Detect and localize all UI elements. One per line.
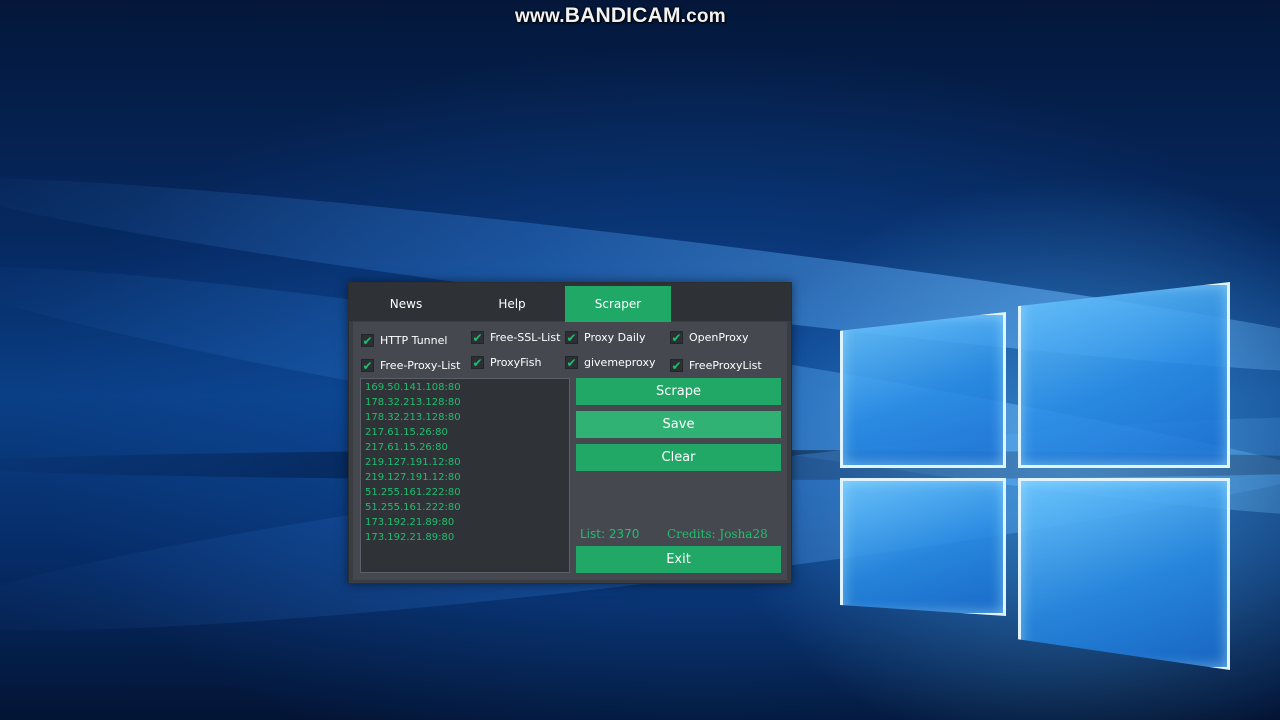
source-checkbox-proxy-daily[interactable]: ✔ Proxy Daily [565,328,645,346]
source-checkbox-free-ssl-list[interactable]: ✔ Free-SSL-List [471,328,560,346]
tab-help[interactable]: Help [459,286,565,322]
tab-bar: News Help Scraper [349,283,791,322]
checkmark-icon: ✔ [361,358,374,373]
windows-logo-pane [1018,478,1230,670]
proxy-entry: 217.61.15.26:80 [365,427,448,438]
source-checkbox-givemeproxy[interactable]: ✔ givemeproxy [565,353,655,371]
proxy-entry: 169.50.141.108:80 [365,382,461,393]
clear-button[interactable]: Clear [576,444,781,471]
checkmark-icon: ✔ [471,330,484,345]
source-checkbox-openproxy[interactable]: ✔ OpenProxy [670,328,749,346]
source-checkbox-freeproxylist[interactable]: ✔ FreeProxyList [670,356,762,374]
source-label: FreeProxyList [689,358,762,372]
watermark-suffix: .com [680,6,726,27]
proxy-entry: 51.255.161.222:80 [365,502,461,513]
proxy-scraper-window: News Help Scraper ✔ HTTP Tunnel ✔ Free-S… [348,282,792,584]
checkmark-icon: ✔ [565,355,578,370]
source-label: Free-SSL-List [490,330,561,344]
save-button[interactable]: Save [576,411,781,438]
source-checkbox-free-proxy-list[interactable]: ✔ Free-Proxy-List [361,356,460,374]
proxy-entry: 178.32.213.128:80 [365,397,461,408]
windows-logo-pane [840,312,1006,468]
source-label: HTTP Tunnel [380,333,448,347]
windows-logo-pane [1018,282,1230,468]
source-label: ProxyFish [490,355,542,369]
proxy-entry: 178.32.213.128:80 [365,412,461,423]
proxy-list-textarea[interactable]: 169.50.141.108:80 178.32.213.128:80 178.… [360,378,570,573]
proxy-entry: 173.192.21.89:80 [365,532,455,543]
checkmark-icon: ✔ [471,355,484,370]
tab-scraper[interactable]: Scraper [565,286,671,322]
scrape-button[interactable]: Scrape [576,378,781,405]
list-count-label: List: 2370 [580,527,640,541]
source-label: givemeproxy [584,355,656,369]
scraper-panel: ✔ HTTP Tunnel ✔ Free-SSL-List ✔ Proxy Da… [353,322,787,580]
credits-label: Credits: Josha28 [667,527,768,541]
proxy-entry: 217.61.15.26:80 [365,442,448,453]
source-checkbox-proxyfish[interactable]: ✔ ProxyFish [471,353,541,371]
bandicam-watermark: www.BANDICAM.com [515,4,726,28]
tab-news[interactable]: News [353,286,459,322]
source-label: Proxy Daily [584,330,646,344]
checkmark-icon: ✔ [670,358,683,373]
proxy-entry: 219.127.191.12:80 [365,472,461,483]
checkmark-icon: ✔ [565,330,578,345]
proxy-entry: 51.255.161.222:80 [365,487,461,498]
windows-logo-pane [840,478,1006,616]
source-label: Free-Proxy-List [380,358,461,372]
checkmark-icon: ✔ [361,333,374,348]
proxy-entry: 173.192.21.89:80 [365,517,455,528]
checkmark-icon: ✔ [670,330,683,345]
exit-button[interactable]: Exit [576,546,781,573]
desktop-wallpaper: www.BANDICAM.com News Help Scraper ✔ HTT… [0,0,1280,720]
watermark-prefix: www. [515,6,565,27]
source-label: OpenProxy [689,330,749,344]
watermark-brand: BANDICAM [564,4,681,27]
proxy-entry: 219.127.191.12:80 [365,457,461,468]
source-checkbox-http-tunnel[interactable]: ✔ HTTP Tunnel [361,331,447,349]
